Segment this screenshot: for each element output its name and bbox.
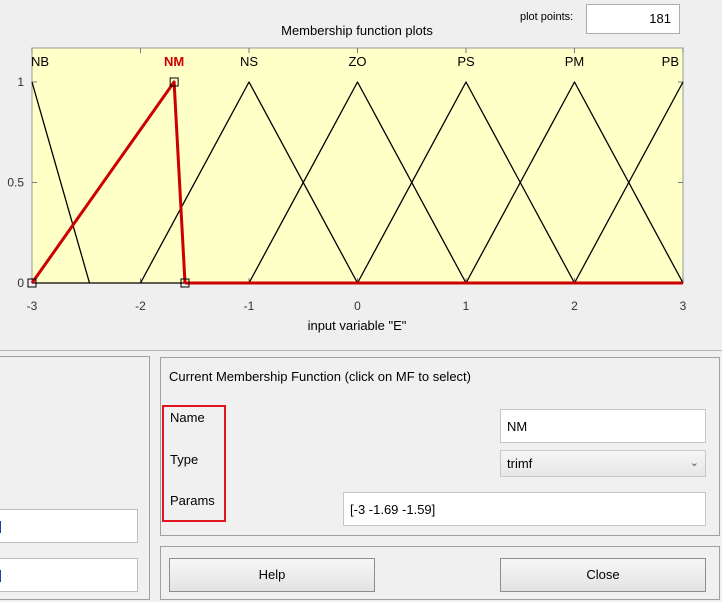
- mf-label-ns[interactable]: NS: [240, 54, 258, 69]
- plot-points-input[interactable]: 181: [586, 4, 680, 34]
- chevron-down-icon[interactable]: ⌄: [690, 451, 699, 476]
- y-tick-label: 0.5: [7, 176, 24, 190]
- x-tick-label: 3: [680, 299, 687, 313]
- chart-title: Membership function plots: [281, 23, 433, 38]
- help-button[interactable]: Help: [169, 558, 375, 592]
- display-range-field[interactable]: [0, 558, 138, 592]
- mf-label-nm[interactable]: NM: [164, 54, 184, 69]
- mf-type-select[interactable]: trimf ⌄: [500, 450, 706, 477]
- current-mf-title: Current Membership Function (click on MF…: [169, 369, 471, 384]
- mf-params-input[interactable]: [-3 -1.69 -1.59]: [343, 492, 706, 526]
- x-tick-label: -2: [135, 299, 146, 313]
- plot-points-label: plot points:: [520, 11, 574, 23]
- variable-range-field[interactable]: [0, 509, 138, 543]
- mf-type-value: trimf: [507, 456, 533, 471]
- mf-label-pb[interactable]: PB: [662, 54, 679, 69]
- x-tick-label: -3: [27, 299, 38, 313]
- membership-function-chart[interactable]: Membership function plots 0 0.5 1 -3 -2 -1 0 1 2 3…: [0, 0, 722, 350]
- x-axis-label: input variable "E": [308, 318, 407, 333]
- x-tick-label: 2: [571, 299, 578, 313]
- panel-divider: [0, 350, 722, 351]
- x-tick-label: 1: [463, 299, 470, 313]
- mf-label-pm[interactable]: PM: [565, 54, 585, 69]
- x-tick-label: -1: [244, 299, 255, 313]
- y-tick-label: 0: [17, 276, 24, 290]
- close-button[interactable]: Close: [500, 558, 706, 592]
- label-highlight-box: [162, 405, 226, 522]
- mf-name-input[interactable]: NM: [500, 409, 706, 443]
- x-tick-label: 0: [354, 299, 361, 313]
- mf-label-ps[interactable]: PS: [457, 54, 475, 69]
- membership-plot-area: Membership function plots 0 0.5 1 -3 -2 -1 0 1 2 3…: [0, 0, 722, 350]
- y-tick-label: 1: [17, 75, 24, 89]
- mf-label-nb[interactable]: NB: [31, 54, 49, 69]
- mf-label-zo[interactable]: ZO: [348, 54, 366, 69]
